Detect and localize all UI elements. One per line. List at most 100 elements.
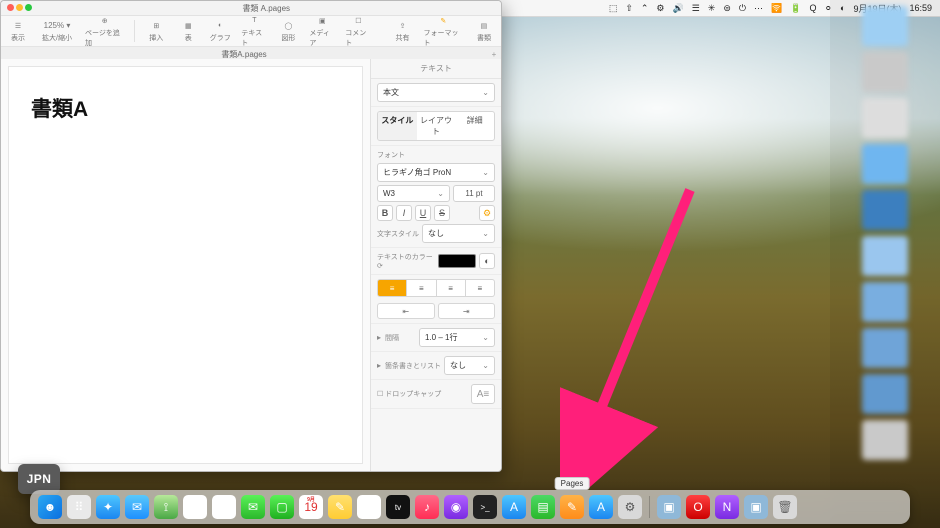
status-icon[interactable]: ☰	[692, 3, 700, 14]
traffic-lights[interactable]	[7, 4, 32, 13]
outdent-button[interactable]: ⇤	[377, 303, 435, 319]
dock-app-settings[interactable]: ⚙︎	[618, 495, 642, 519]
tab-layout[interactable]: レイアウト	[417, 112, 456, 140]
status-icon[interactable]: ⌃	[641, 3, 649, 14]
desktop-item[interactable]	[862, 282, 908, 322]
dock-app-facetime[interactable]: ▢	[270, 495, 294, 519]
dock-app-onenote[interactable]: N	[715, 495, 739, 519]
format-button[interactable]: ✎フォーマット	[424, 15, 463, 48]
style-options-button[interactable]: ⚙︎	[479, 205, 495, 221]
table-button[interactable]: ▦表	[177, 20, 199, 43]
dock-app-terminal[interactable]: >_	[473, 495, 497, 519]
dock-app-xcode[interactable]: A	[589, 495, 613, 519]
minimize-button[interactable]	[16, 4, 23, 11]
status-icon[interactable]: ⚙︎	[656, 3, 664, 14]
dock-app-trash[interactable]: 🗑	[773, 495, 797, 519]
color-picker-button[interactable]: ◐	[479, 253, 495, 269]
font-weight-select[interactable]: W3⌄	[377, 185, 450, 202]
dock-app-messages[interactable]: ✉︎	[241, 495, 265, 519]
battery-icon[interactable]: 🔋	[790, 3, 801, 14]
text-color-swatch[interactable]	[438, 254, 476, 268]
dock-app-launchpad[interactable]: ⠿	[67, 495, 91, 519]
char-style-select[interactable]: なし⌄	[422, 224, 495, 243]
desktop-item[interactable]	[862, 190, 908, 230]
dock-app-appstore[interactable]: A	[502, 495, 526, 519]
status-icon[interactable]: ⇧	[625, 3, 633, 14]
dock-app-mail[interactable]: ✉︎	[125, 495, 149, 519]
tab-style[interactable]: スタイル	[378, 112, 417, 140]
chart-button[interactable]: ◐グラフ	[209, 20, 231, 43]
dropcap-preview[interactable]: A≡	[471, 384, 495, 404]
volume-icon[interactable]: 🔊	[673, 3, 684, 14]
align-justify-button[interactable]: ≡	[466, 279, 495, 297]
bold-button[interactable]: B	[377, 205, 393, 221]
bullets-label[interactable]: 箇条書きとリスト	[377, 361, 441, 371]
text-button[interactable]: Tテキスト	[241, 15, 267, 48]
close-button[interactable]	[7, 4, 14, 11]
font-family-select[interactable]: ヒラギノ角ゴ ProN⌄	[377, 163, 495, 182]
dock-app-folder2[interactable]: ▣	[744, 495, 768, 519]
desktop-item[interactable]	[862, 374, 908, 414]
align-left-button[interactable]: ≡	[377, 279, 407, 297]
status-icon[interactable]: ✳︎	[708, 3, 716, 14]
document-tab[interactable]: 書類A.pages	[1, 49, 487, 60]
new-tab-button[interactable]: +	[487, 50, 501, 59]
strikethrough-button[interactable]: S	[434, 205, 450, 221]
align-right-button[interactable]: ≡	[437, 279, 466, 297]
desktop-item[interactable]	[862, 420, 908, 460]
zoom-select[interactable]: 125% ▾拡大/縮小	[39, 20, 75, 43]
spacing-select[interactable]: 1.0 – 1行⌄	[419, 328, 495, 347]
page[interactable]: 書類A	[9, 67, 362, 463]
status-icon[interactable]: ⋯	[754, 3, 763, 14]
dock-app-folder1[interactable]: ▣	[657, 495, 681, 519]
shape-button[interactable]: ◯図形	[277, 20, 299, 43]
spacing-label[interactable]: 間隔	[377, 333, 399, 343]
paragraph-style-select[interactable]: 本文 ⌄	[377, 83, 495, 102]
italic-button[interactable]: I	[396, 205, 412, 221]
add-page-button[interactable]: ⊕ページを追加	[85, 15, 124, 48]
media-button[interactable]: ▣メディア	[309, 15, 335, 48]
desktop-item[interactable]	[862, 98, 908, 138]
document-button[interactable]: ▤書類	[473, 20, 495, 43]
insert-button[interactable]: ⊞挿入	[145, 20, 167, 43]
inspector-tabs[interactable]: スタイル レイアウト 詳細	[377, 111, 495, 141]
desktop-item[interactable]	[862, 52, 908, 92]
align-center-button[interactable]: ≡	[407, 279, 436, 297]
indent-button[interactable]: ⇥	[438, 303, 496, 319]
dock-app-pages[interactable]: ✎Pages	[560, 495, 584, 519]
dock-app-notes[interactable]: ✎	[328, 495, 352, 519]
zoom-button[interactable]	[25, 4, 32, 11]
view-button[interactable]: ☰表示	[7, 20, 29, 43]
dock-app-finder[interactable]: ☻	[38, 495, 62, 519]
dock-app-calendar[interactable]: 199月	[299, 495, 323, 519]
dock-app-tv[interactable]: tv	[386, 495, 410, 519]
pages-window: 書類 A.pages ☰表示 125% ▾拡大/縮小 ⊕ページを追加 ⊞挿入 ▦…	[0, 0, 502, 472]
status-icon[interactable]: ⊜	[723, 3, 731, 14]
dock-app-forecast[interactable]: ≋	[212, 495, 236, 519]
desktop-item[interactable]	[862, 6, 908, 46]
status-icon[interactable]: ⬚	[609, 3, 618, 14]
desktop-item[interactable]	[862, 144, 908, 184]
font-size-field[interactable]: 11 pt	[453, 185, 495, 202]
wifi-icon[interactable]: 🛜	[771, 3, 782, 14]
desktop-item[interactable]	[862, 328, 908, 368]
status-icon[interactable]: ⏻	[739, 3, 746, 14]
dock-app-numbers[interactable]: ▤	[531, 495, 555, 519]
bullets-select[interactable]: なし⌄	[444, 356, 495, 375]
dock-app-photos[interactable]: ✿	[183, 495, 207, 519]
dock-app-music[interactable]: ♪	[415, 495, 439, 519]
canvas[interactable]: 書類A	[1, 59, 370, 471]
tab-more[interactable]: 詳細	[455, 112, 494, 140]
comment-button[interactable]: ☐コメント	[345, 15, 371, 48]
format-inspector: テキスト 本文 ⌄ スタイル レイアウト 詳細 フォント ヒラギノ角ゴ ProN…	[370, 59, 501, 471]
spotlight-icon[interactable]: Q	[809, 3, 816, 13]
dock-app-safari[interactable]: ✦	[96, 495, 120, 519]
underline-button[interactable]: U	[415, 205, 431, 221]
dock-app-maps[interactable]: ⟟	[154, 495, 178, 519]
dock-app-podcasts[interactable]: ◉	[444, 495, 468, 519]
dock-app-reminders[interactable]: ⋮	[357, 495, 381, 519]
document-heading[interactable]: 書類A	[9, 67, 362, 123]
share-button[interactable]: ⇪共有	[392, 20, 414, 43]
desktop-item[interactable]	[862, 236, 908, 276]
dock-app-opera[interactable]: O	[686, 495, 710, 519]
